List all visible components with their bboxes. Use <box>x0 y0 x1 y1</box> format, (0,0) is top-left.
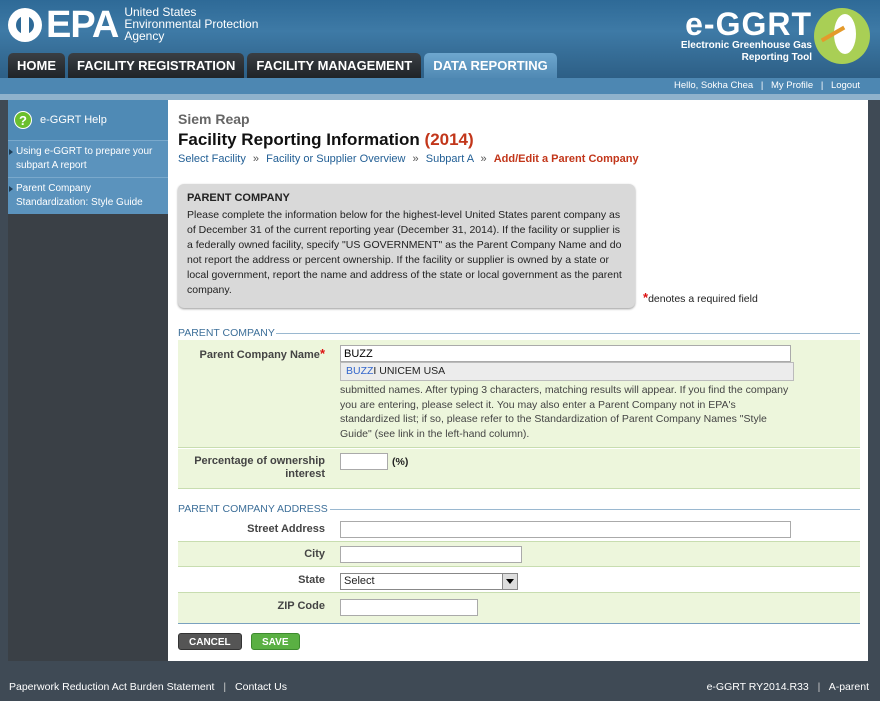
breadcrumb: Select Facility » Facility or Supplier O… <box>178 153 639 165</box>
instructions-heading: PARENT COMPANY <box>187 192 290 204</box>
tab-home[interactable]: HOME <box>8 53 65 79</box>
street-label: Street Address <box>247 523 325 535</box>
version-label: e-GGRT RY2014.R33 <box>706 681 809 693</box>
epa-seal-icon <box>8 8 42 42</box>
zip-row: ZIP Code <box>178 593 860 624</box>
heron-logo-icon <box>814 8 870 64</box>
reporting-year: (2014) <box>424 130 474 149</box>
page-id-label: A-parent <box>828 681 869 693</box>
section-parent-address: PARENT COMPANY ADDRESS <box>178 503 328 515</box>
help-icon: ? <box>14 111 32 129</box>
user-bar: Hello, Sokha Chea | My Profile | Logout <box>0 78 880 94</box>
city-label: City <box>304 548 325 560</box>
tab-facility-management[interactable]: FACILITY MANAGEMENT <box>247 53 422 79</box>
save-button[interactable]: SAVE <box>251 633 300 650</box>
breadcrumb-current: Add/Edit a Parent Company <box>493 153 639 165</box>
autocomplete-suggestion[interactable]: BUZZI UNICEM USA <box>340 362 794 381</box>
street-address-input[interactable] <box>340 521 791 538</box>
city-row: City <box>178 542 860 567</box>
sidebar-help[interactable]: ? e-GGRT Help <box>8 100 168 140</box>
parent-name-label: Parent Company Name* <box>199 346 326 361</box>
paperwork-link[interactable]: Paperwork Reduction Act Burden Statement <box>9 681 214 693</box>
state-row: State <box>178 567 860 593</box>
parent-company-name-input[interactable] <box>340 345 791 362</box>
dropdown-arrow-icon <box>502 574 517 589</box>
zip-code-input[interactable] <box>340 599 478 616</box>
percent-unit: (%) <box>392 456 409 468</box>
tab-facility-registration[interactable]: FACILITY REGISTRATION <box>68 53 245 79</box>
section-divider <box>276 333 860 334</box>
logout-link[interactable]: Logout <box>831 80 860 91</box>
sidebar-link-subpart-a-guide[interactable]: Using e-GGRT to prepare your subpart A r… <box>8 140 168 177</box>
sidebar-help-label: e-GGRT Help <box>40 114 107 126</box>
ownership-percent-input[interactable] <box>340 453 388 470</box>
app-logo: e-GGRT Electronic Greenhouse Gas Reporti… <box>680 6 812 63</box>
breadcrumb-overview[interactable]: Facility or Supplier Overview <box>266 153 405 165</box>
page-title: Facility Reporting Information (2014) <box>178 130 474 149</box>
main-content: Siem Reap Facility Reporting Information… <box>168 100 868 661</box>
user-greeting: Hello, Sokha Chea <box>673 80 754 91</box>
breadcrumb-subpart-a[interactable]: Subpart A <box>426 153 474 165</box>
instructions-box: PARENT COMPANY Please complete the infor… <box>178 184 635 308</box>
tab-data-reporting[interactable]: DATA REPORTING <box>424 53 557 79</box>
epa-logo[interactable]: EPA United States Environmental Protecti… <box>8 4 259 46</box>
state-select[interactable]: Select <box>340 573 518 590</box>
parent-name-help: submitted names. After typing 3 characte… <box>340 384 789 440</box>
breadcrumb-select-facility[interactable]: Select Facility <box>178 153 246 165</box>
my-profile-link[interactable]: My Profile <box>771 80 813 91</box>
facility-name: Siem Reap <box>178 111 250 127</box>
required-field-note: *denotes a required field <box>643 290 758 305</box>
sidebar: ? e-GGRT Help Using e-GGRT to prepare yo… <box>8 100 168 661</box>
state-label: State <box>298 574 325 586</box>
main-nav-tabs: HOME FACILITY REGISTRATION FACILITY MANA… <box>8 53 557 79</box>
footer: Paperwork Reduction Act Burden Statement… <box>9 681 869 693</box>
ownership-row: Percentage of ownership interest (%) <box>178 449 860 489</box>
cancel-button[interactable]: CANCEL <box>178 633 242 650</box>
street-row: Street Address <box>178 517 860 542</box>
city-input[interactable] <box>340 546 522 563</box>
section-divider <box>330 509 860 510</box>
contact-us-link[interactable]: Contact Us <box>235 681 287 693</box>
site-header: EPA United States Environmental Protecti… <box>0 0 880 79</box>
instructions-text: Please complete the information below fo… <box>187 209 622 296</box>
ownership-label: Percentage of ownership interest <box>194 455 325 480</box>
sidebar-link-style-guide[interactable]: Parent Company Standardization: Style Gu… <box>8 177 168 214</box>
epa-wordmark: EPA <box>46 4 119 46</box>
zip-label: ZIP Code <box>277 600 325 612</box>
section-parent-company: PARENT COMPANY <box>178 327 275 339</box>
agency-name: United States Environmental Protection A… <box>124 5 259 43</box>
